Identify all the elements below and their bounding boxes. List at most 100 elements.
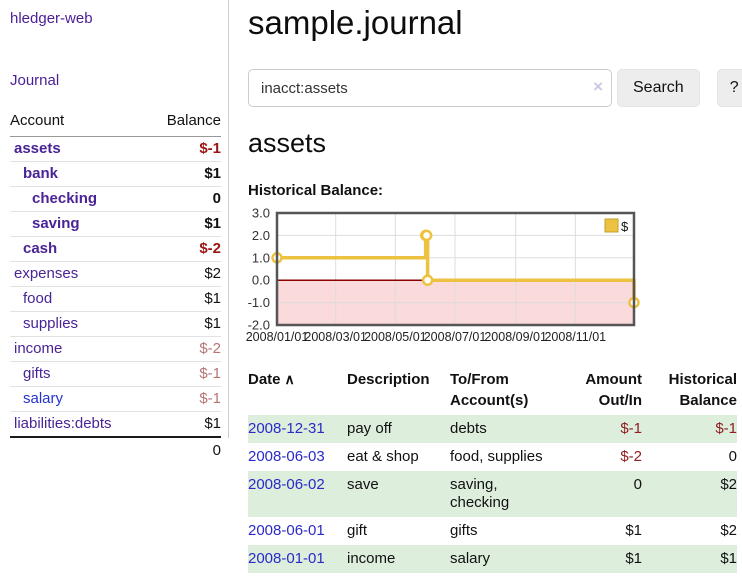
sidebar-account-link[interactable]: expenses — [10, 265, 78, 282]
sidebar-account-link[interactable]: bank — [10, 165, 58, 182]
search-bar: × Search ? — [248, 69, 738, 107]
svg-text:-1.0: -1.0 — [248, 295, 270, 310]
transaction-balance: $-1 — [642, 415, 737, 443]
transaction-date-link[interactable]: 2008-06-01 — [248, 522, 325, 539]
column-header-accounts: To/From Account(s) — [450, 365, 570, 415]
sidebar-account-link[interactable]: liabilities:debts — [10, 415, 112, 432]
accounts-list: assets $-1 bank $1 checking 0 saving $1 cash $-2 e… — [10, 137, 221, 436]
transaction-balance: $2 — [642, 471, 737, 517]
account-row: cash $-2 — [10, 237, 221, 262]
transaction-row: 2008-12-31pay offdebts$-1$-1 — [248, 415, 737, 443]
column-header-amount: Amount Out/In — [570, 365, 642, 415]
sidebar-account-link[interactable]: saving — [10, 215, 80, 232]
svg-text:2008/09/01: 2008/09/01 — [484, 330, 547, 344]
account-balance: $-1 — [199, 365, 221, 382]
transaction-accounts: food, supplies — [450, 443, 570, 471]
chart-svg: $3.02.01.00.0-1.0-2.02008/01/012008/03/0… — [248, 206, 718, 346]
transaction-description: income — [347, 545, 450, 573]
transaction-balance: 0 — [642, 443, 737, 471]
transaction-amount: $-2 — [570, 443, 642, 471]
svg-text:3.0: 3.0 — [252, 206, 270, 221]
sidebar-account-link[interactable]: gifts — [10, 365, 51, 382]
account-heading: assets — [248, 128, 738, 159]
transaction-amount: 0 — [570, 471, 642, 517]
svg-text:2.0: 2.0 — [252, 228, 270, 243]
transaction-description: gift — [347, 517, 450, 545]
account-row: saving $1 — [10, 212, 221, 237]
svg-text:1.0: 1.0 — [252, 250, 270, 265]
svg-text:2008/03/01: 2008/03/01 — [304, 330, 367, 344]
transaction-balance: $1 — [642, 545, 737, 573]
account-row: liabilities:debts $1 — [10, 412, 221, 436]
register-table: Date∧ Description To/From Account(s) Amo… — [248, 365, 737, 573]
column-header-balance: Historical Balance — [642, 365, 737, 415]
transaction-row: 2008-06-03eat & shopfood, supplies$-20 — [248, 443, 737, 471]
transaction-date-link[interactable]: 2008-01-01 — [248, 550, 325, 567]
search-button[interactable]: Search — [617, 69, 700, 107]
transaction-date-link[interactable]: 2008-12-31 — [248, 420, 325, 437]
svg-text:$: $ — [621, 219, 629, 234]
sidebar-account-link[interactable]: income — [10, 340, 62, 357]
sidebar: hledger-web Journal Account Balance asse… — [0, 0, 229, 438]
svg-text:2008/01/01: 2008/01/01 — [246, 330, 309, 344]
sidebar-account-link[interactable]: assets — [10, 140, 61, 157]
accounts-header-balance: Balance — [167, 112, 221, 129]
sidebar-item-journal[interactable]: Journal — [10, 72, 59, 89]
register-tbody: 2008-12-31pay offdebts$-1$-12008-06-03ea… — [248, 415, 737, 573]
chart-heading: Historical Balance: — [248, 182, 738, 199]
clear-search-icon[interactable]: × — [593, 77, 603, 97]
transaction-accounts: salary — [450, 545, 570, 573]
accounts-table: Account Balance assets $-1 bank $1 checking 0… — [10, 110, 221, 463]
account-row: checking 0 — [10, 187, 221, 212]
transaction-row: 2008-06-01giftgifts$1$2 — [248, 517, 737, 545]
svg-text:0.0: 0.0 — [252, 273, 270, 288]
account-balance: $1 — [204, 315, 221, 332]
sidebar-account-link[interactable]: cash — [10, 240, 57, 257]
accounts-table-header: Account Balance — [10, 110, 221, 137]
account-balance: $1 — [204, 290, 221, 307]
svg-text:2008/07/01: 2008/07/01 — [424, 330, 487, 344]
sidebar-account-link[interactable]: checking — [10, 190, 97, 207]
transaction-accounts: saving, checking — [450, 471, 570, 517]
account-row: salary $-1 — [10, 387, 221, 412]
app-title-link[interactable]: hledger-web — [10, 10, 93, 27]
search-input[interactable] — [248, 69, 612, 107]
svg-text:2008/11/01: 2008/11/01 — [544, 330, 606, 344]
transaction-amount: $1 — [570, 517, 642, 545]
account-balance: 0 — [213, 190, 221, 207]
page-title: sample.journal — [248, 4, 738, 42]
historical-balance-chart: $3.02.01.00.0-1.0-2.02008/01/012008/03/0… — [248, 206, 718, 346]
transaction-date-link[interactable]: 2008-06-02 — [248, 476, 325, 493]
account-balance: $-1 — [199, 140, 221, 157]
account-row: food $1 — [10, 287, 221, 312]
account-row: expenses $2 — [10, 262, 221, 287]
transaction-row: 2008-06-02 savesaving, checking0$2 — [248, 471, 737, 517]
account-balance: $1 — [204, 415, 221, 432]
help-button[interactable]: ? — [717, 69, 742, 107]
account-row: bank $1 — [10, 162, 221, 187]
transaction-description: save — [347, 471, 450, 517]
account-balance: $-2 — [199, 340, 221, 357]
transaction-description: pay off — [347, 415, 450, 443]
account-balance: $2 — [204, 265, 221, 282]
account-row: gifts $-1 — [10, 362, 221, 387]
accounts-header-account: Account — [10, 112, 64, 129]
column-header-date[interactable]: Date∧ — [248, 365, 347, 415]
transaction-accounts: debts — [450, 415, 570, 443]
sidebar-account-link[interactable]: salary — [10, 390, 63, 407]
column-header-description: Description — [347, 365, 450, 415]
account-balance: $1 — [204, 215, 221, 232]
account-row: income $-2 — [10, 337, 221, 362]
account-balance: $1 — [204, 165, 221, 182]
sidebar-account-link[interactable]: supplies — [10, 315, 78, 332]
accounts-total-value: 0 — [213, 442, 221, 459]
account-balance: $-1 — [199, 390, 221, 407]
svg-text:2008/05/01: 2008/05/01 — [364, 330, 427, 344]
transaction-amount: $1 — [570, 545, 642, 573]
transaction-date-link[interactable]: 2008-06-03 — [248, 448, 325, 465]
transaction-accounts: gifts — [450, 517, 570, 545]
sidebar-account-link[interactable]: food — [10, 290, 52, 307]
accounts-total-row: 0 — [10, 436, 221, 463]
account-balance: $-2 — [199, 240, 221, 257]
account-row: supplies $1 — [10, 312, 221, 337]
